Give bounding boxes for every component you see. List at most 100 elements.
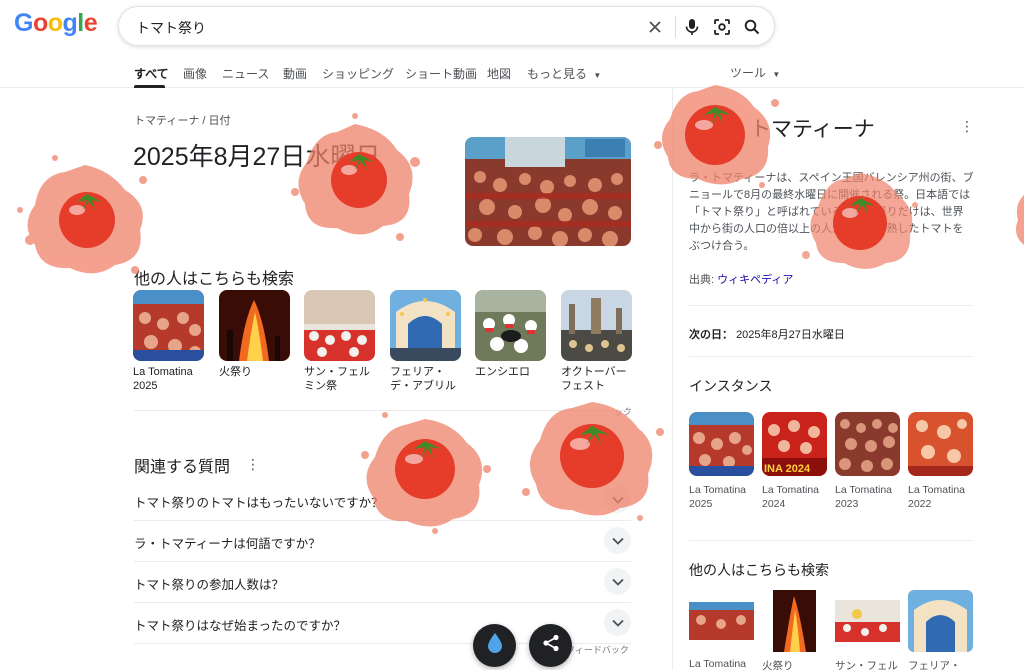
share-icon — [542, 634, 560, 657]
paa-question[interactable]: トマト祭りの参加人数は？ — [134, 562, 631, 603]
active-tab-indicator — [134, 85, 165, 88]
instance-label: La Tomatina 2022 — [908, 484, 966, 510]
kp-also-search-label: 火祭り — [762, 660, 794, 670]
water-drop-button[interactable] — [473, 624, 516, 667]
instance-item[interactable]: La Tomatina 2023 — [835, 412, 900, 511]
tab-all[interactable]: すべて — [134, 65, 169, 82]
logo-letter: G — [14, 9, 33, 37]
microphone-icon[interactable] — [681, 16, 703, 38]
pasa-label: エンシエロ — [475, 366, 530, 378]
kp-also-search-label: La Tomatina — [689, 658, 747, 670]
pasa-thumbnail — [304, 290, 375, 361]
tab-more[interactable]: もっと見る ▼ — [527, 65, 601, 82]
instance-label: La Tomatina 2024 — [762, 484, 820, 510]
tomato-splat-icon — [291, 113, 420, 241]
search-icon[interactable] — [741, 16, 763, 38]
chevron-down-icon[interactable] — [604, 609, 631, 636]
instance-thumbnail: INA 2024 — [762, 412, 827, 476]
more-options-icon[interactable]: ⋮ — [246, 456, 260, 473]
pasa-thumbnail — [133, 290, 204, 361]
instance-item[interactable]: La Tomatina 2025 — [689, 412, 754, 511]
instance-thumbnail — [835, 412, 900, 476]
chevron-down-icon[interactable] — [604, 527, 631, 554]
tab-images[interactable]: 画像 — [183, 65, 207, 82]
pasa-thumbnail — [390, 290, 461, 361]
pasa-label: サン・フェルミン祭 — [304, 366, 370, 392]
kp-also-search-thumbnail — [689, 590, 754, 652]
kp-also-search-item[interactable]: サン・フェル — [835, 590, 900, 670]
festival-crowd-image[interactable] — [465, 137, 631, 246]
feedback-link[interactable]: ック — [614, 405, 632, 418]
tab-maps[interactable]: 地図 — [487, 65, 511, 82]
kp-also-search-label: サン・フェル — [835, 660, 898, 670]
google-logo[interactable]: Google — [14, 9, 98, 38]
kp-also-search-item[interactable]: 火祭り — [762, 590, 827, 670]
logo-letter: g — [62, 9, 78, 37]
answer-date: 2025年8月27日水曜日 — [133, 143, 381, 171]
instances-title: インスタンス — [689, 378, 773, 394]
kp-also-search-thumbnail — [835, 590, 900, 652]
pasa-item[interactable]: オクトーバーフェスト — [561, 290, 632, 393]
more-options-icon[interactable]: ⋮ — [960, 118, 974, 135]
instance-label: La Tomatina 2023 — [835, 484, 893, 510]
next-date-row: 次の日： 2025年8月27日水曜日 — [689, 326, 845, 342]
next-date-value: 2025年8月27日水曜日 — [736, 329, 845, 341]
knowledge-panel-source: 出典: ウィキペディア — [689, 271, 793, 287]
instance-overlay-text: INA 2024 — [764, 463, 811, 475]
pasa-item[interactable]: 火祭り — [219, 290, 290, 379]
instance-item[interactable]: La Tomatina 2022 — [908, 412, 973, 511]
feedback-link[interactable]: フィードバック — [566, 643, 629, 656]
logo-letter: e — [83, 9, 98, 37]
instance-thumbnail — [689, 412, 754, 476]
pasa-item[interactable]: エンシエロ — [475, 290, 546, 379]
clear-icon[interactable] — [644, 16, 666, 38]
tab-short-videos[interactable]: ショート動画 — [405, 65, 477, 82]
paa-question-text: トマト祭りのトマトはもったいないですか？ — [134, 496, 384, 510]
wikipedia-link[interactable]: ウィキペディア — [717, 274, 793, 286]
pasa-item[interactable]: La Tomatina 2025 — [133, 290, 204, 393]
paa-question-text: ラ・トマティーナは何語ですか？ — [134, 537, 321, 551]
search-divider — [675, 16, 676, 38]
instance-label: La Tomatina 2025 — [689, 484, 747, 510]
knowledge-panel-description: ラ・トマティーナは、スペイン王国バレンシア州の街、ブニョールで8月の最終水曜日に… — [689, 172, 974, 252]
logo-letter: o — [47, 9, 63, 37]
pasa-label: 火祭り — [219, 366, 252, 378]
tomato-splat-icon — [1016, 195, 1024, 245]
chevron-down-icon[interactable] — [604, 486, 631, 513]
tools-button[interactable]: ツール ▼ — [730, 64, 780, 81]
pasa-item[interactable]: フェリア・デ・アブリル — [390, 290, 461, 393]
kp-also-search-thumbnail — [762, 590, 827, 652]
pasa-item[interactable]: サン・フェルミン祭 — [304, 290, 375, 393]
pasa-thumbnail — [561, 290, 632, 361]
paa-question[interactable]: トマト祭りのトマトはもったいないですか？ — [134, 480, 631, 521]
chevron-down-icon[interactable] — [604, 568, 631, 595]
section-divider — [689, 356, 973, 357]
instance-thumbnail — [908, 412, 973, 476]
tab-more-label: もっと見る — [527, 67, 588, 81]
instance-item[interactable]: INA 2024 La Tomatina 2024 — [762, 412, 827, 511]
search-header: Google トマト祭り すべて 画像 ニュース 動画 ショッピング ショート動… — [0, 0, 1024, 88]
search-input[interactable]: トマト祭り — [136, 18, 206, 38]
tab-shopping[interactable]: ショッピング — [322, 65, 394, 82]
knowledge-panel-title: トマティーナ — [750, 118, 875, 141]
next-date-label: 次の日： — [689, 329, 733, 341]
pasa-label: オクトーバーフェスト — [561, 366, 627, 392]
kp-also-search-item[interactable]: La Tomatina — [689, 590, 754, 670]
tools-label: ツール — [730, 66, 767, 80]
kp-also-search-item[interactable]: フェリア・ — [908, 590, 973, 670]
logo-letter: o — [32, 9, 48, 37]
paa-question[interactable]: ラ・トマティーナは何語ですか？ — [134, 521, 631, 562]
share-button[interactable] — [529, 624, 572, 667]
section-divider — [689, 305, 973, 306]
kp-also-search-title: 他の人はこちらも検索 — [689, 562, 829, 578]
search-box[interactable]: トマト祭り — [118, 6, 775, 46]
chevron-down-icon: ▼ — [593, 71, 602, 80]
pasa-thumbnail — [475, 290, 546, 361]
source-prefix: 出典: — [689, 274, 718, 286]
tab-videos[interactable]: 動画 — [283, 65, 307, 82]
tab-news[interactable]: ニュース — [222, 65, 269, 82]
breadcrumb: トマティーナ / 日付 — [134, 115, 231, 127]
paa-question-text: トマト祭りの参加人数は？ — [134, 578, 285, 592]
lens-camera-icon[interactable] — [711, 16, 733, 38]
water-drop-icon — [487, 632, 503, 659]
